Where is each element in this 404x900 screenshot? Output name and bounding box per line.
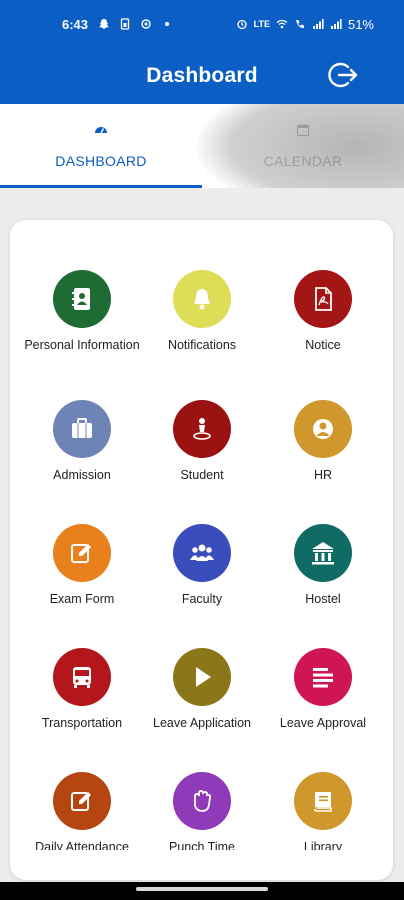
snapchat-icon xyxy=(99,19,110,29)
menu-item-label: Faculty xyxy=(181,592,223,606)
menu-item-label: Student xyxy=(180,468,224,482)
person-pin-icon-circle xyxy=(173,400,231,458)
menu-item-notifications[interactable]: Notifications xyxy=(138,270,266,390)
calendar-icon xyxy=(296,124,310,137)
play-icon xyxy=(196,667,211,687)
pdf-file-icon xyxy=(315,287,332,311)
book-icon xyxy=(314,792,332,812)
edit-icon-circle xyxy=(53,772,111,830)
menu-item-label: Daily Attendance xyxy=(35,840,129,850)
menu-item-label: Notifications xyxy=(167,338,237,352)
group-icon-circle xyxy=(173,524,231,582)
building-icon xyxy=(312,542,334,565)
tab-calendar-label: CALENDAR xyxy=(263,153,343,169)
dot-icon xyxy=(165,22,170,26)
briefcase-icon xyxy=(72,418,92,438)
signal-2-icon xyxy=(330,19,342,29)
system-navigation-bar xyxy=(0,882,404,900)
menu-item-label: Punch Time xyxy=(168,840,235,850)
bus-icon-circle xyxy=(53,648,111,706)
pdf-file-icon-circle xyxy=(294,270,352,328)
edit-icon xyxy=(71,792,91,811)
list-icon xyxy=(313,668,333,688)
menu-item-label: HR xyxy=(313,468,333,482)
menu-item-exam-form[interactable]: Exam Form xyxy=(18,524,146,644)
menu-item-label: Leave Application xyxy=(153,716,251,730)
menu-item-admission[interactable]: Admission xyxy=(18,400,146,520)
status-bar: 6:43 LTE 51% xyxy=(0,0,404,48)
tab-dashboard[interactable]: DASHBOARD xyxy=(0,104,202,188)
network-type: LTE xyxy=(253,19,270,29)
menu-item-hr[interactable]: HR xyxy=(259,400,387,520)
call-icon xyxy=(295,20,304,29)
status-notification-icons xyxy=(98,18,173,30)
briefcase-icon-circle xyxy=(53,400,111,458)
play-icon-circle xyxy=(173,648,231,706)
user-circle-icon-circle xyxy=(294,400,352,458)
menu-card: Personal Information Notifications Notice A… xyxy=(10,220,393,880)
menu-item-faculty[interactable]: Faculty xyxy=(138,524,266,644)
app-bar: Dashboard xyxy=(0,48,404,104)
hand-icon xyxy=(194,790,212,812)
status-system-icons: LTE 51% xyxy=(236,17,374,32)
menu-item-student[interactable]: Student xyxy=(138,400,266,520)
menu-item-punch-time[interactable]: Punch Time xyxy=(138,772,266,850)
menu-item-leave-application[interactable]: Leave Application xyxy=(138,648,266,768)
app-notification-icon xyxy=(141,19,151,29)
menu-item-library[interactable]: Library xyxy=(259,772,387,850)
menu-item-label: Admission xyxy=(53,468,111,482)
menu-item-label: Leave Approval xyxy=(279,716,367,730)
menu-item-label: Transportation xyxy=(41,716,123,730)
tab-dashboard-label: DASHBOARD xyxy=(55,153,147,169)
building-icon-circle xyxy=(294,524,352,582)
signal-1-icon xyxy=(312,19,324,29)
home-gesture-handle[interactable] xyxy=(136,887,268,891)
wifi-icon xyxy=(276,19,288,29)
edit-icon xyxy=(71,544,91,563)
contact-book-icon xyxy=(72,288,90,310)
bell-icon xyxy=(194,289,210,310)
menu-item-label: Exam Form xyxy=(49,592,115,606)
tab-bar: DASHBOARD CALENDAR xyxy=(0,104,404,188)
person-pin-icon xyxy=(193,418,211,440)
edit-icon-circle xyxy=(53,524,111,582)
page-title: Dashboard xyxy=(146,64,258,87)
menu-item-leave-approval[interactable]: Leave Approval xyxy=(259,648,387,768)
logout-icon[interactable] xyxy=(326,58,360,92)
alarm-icon xyxy=(236,19,247,30)
menu-item-label: Personal Information xyxy=(24,338,140,352)
menu-item-transportation[interactable]: Transportation xyxy=(18,648,146,768)
menu-item-daily-attendance[interactable]: Daily Attendance xyxy=(18,772,146,850)
bell-icon-circle xyxy=(173,270,231,328)
menu-item-notice[interactable]: Notice xyxy=(259,270,387,390)
speedometer-icon xyxy=(95,127,107,134)
menu-item-label: Library xyxy=(303,840,343,850)
sim-icon xyxy=(120,18,130,30)
book-icon-circle xyxy=(294,772,352,830)
user-circle-icon xyxy=(313,419,333,439)
bus-icon xyxy=(73,667,91,688)
battery-percent: 51% xyxy=(347,16,374,32)
menu-item-personal-information[interactable]: Personal Information xyxy=(18,270,146,390)
hand-icon-circle xyxy=(173,772,231,830)
menu-item-label: Hostel xyxy=(305,592,341,606)
contact-book-icon-circle xyxy=(53,270,111,328)
status-time: 6:43 xyxy=(62,16,89,32)
list-icon-circle xyxy=(294,648,352,706)
menu-item-hostel[interactable]: Hostel xyxy=(259,524,387,644)
menu-grid: Personal Information Notifications Notice A… xyxy=(10,220,393,850)
group-icon xyxy=(190,544,214,561)
tab-calendar[interactable]: CALENDAR xyxy=(202,104,404,188)
menu-item-label: Notice xyxy=(305,338,341,352)
